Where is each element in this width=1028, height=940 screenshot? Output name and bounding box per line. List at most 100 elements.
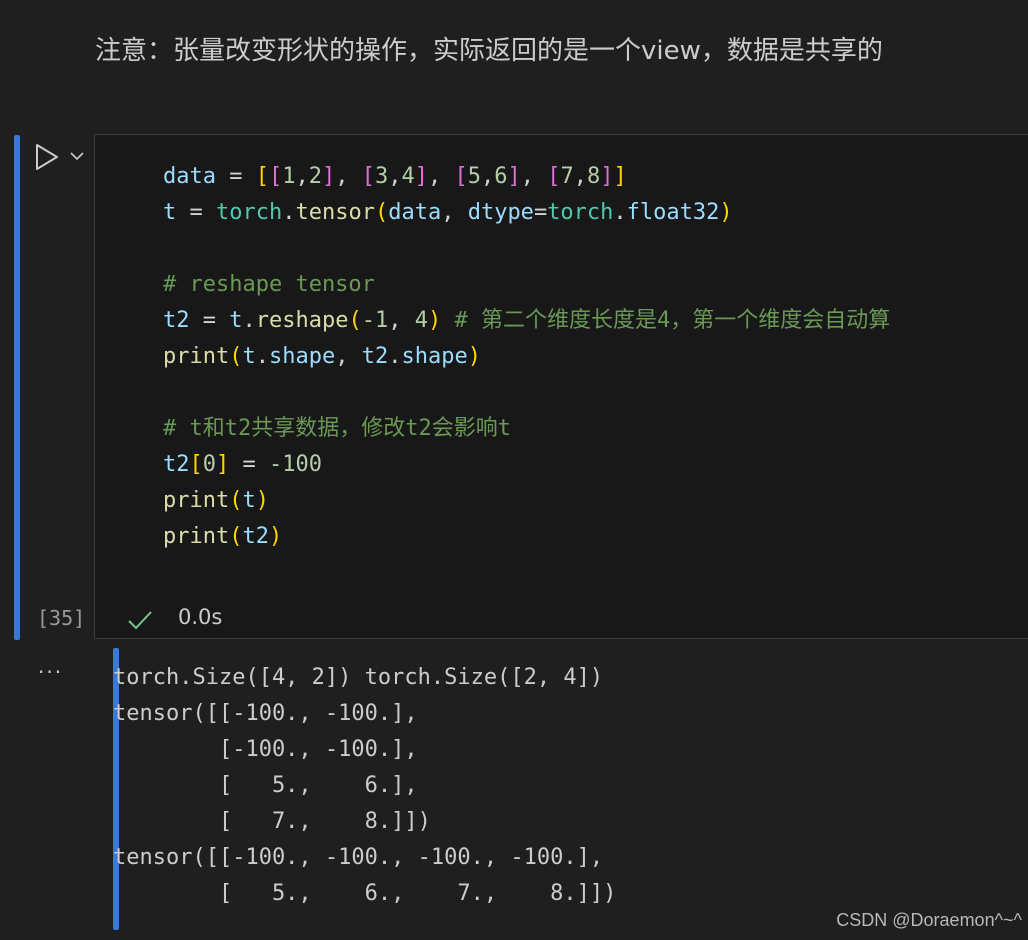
code-token: 5 bbox=[467, 164, 481, 189]
code-token: torch bbox=[216, 200, 283, 225]
code-token: [ bbox=[547, 164, 561, 189]
code-token: = bbox=[229, 452, 269, 477]
code-line: t = torch.tensor(data, dtype=torch.float… bbox=[163, 195, 890, 231]
code-token: 7 bbox=[560, 164, 574, 189]
cell-focus-bar bbox=[14, 135, 20, 640]
code-token: , bbox=[520, 164, 548, 189]
code-token: , bbox=[388, 164, 402, 189]
execution-time: 0.0s bbox=[178, 605, 223, 629]
code-token: [ bbox=[268, 164, 283, 189]
code-line: t2[0] = -100 bbox=[163, 447, 890, 483]
code-token: # t和t2共享数据，修改t2会影响t bbox=[163, 416, 511, 441]
watermark: CSDN @Doraemon^~^ bbox=[836, 910, 1022, 930]
code-line: print(t2) bbox=[163, 519, 890, 555]
code-token: # 第二个维度长度是4，第一个维度会自动算 bbox=[441, 308, 891, 333]
code-token: t bbox=[242, 488, 256, 513]
code-token: 3 bbox=[374, 164, 389, 189]
code-token: 6 bbox=[494, 164, 508, 189]
code-token: [ bbox=[189, 452, 203, 477]
code-token: ) bbox=[427, 308, 442, 333]
code-token: 4 bbox=[401, 164, 415, 189]
code-token: ) bbox=[719, 200, 733, 225]
run-options-button[interactable] bbox=[68, 148, 86, 162]
code-token: t2 bbox=[242, 524, 269, 549]
code-token: -100 bbox=[269, 452, 322, 477]
code-token: torch bbox=[547, 200, 614, 225]
code-token: = bbox=[215, 164, 256, 189]
code-token: = bbox=[533, 200, 548, 225]
code-token: . bbox=[255, 344, 269, 369]
code-token: 8 bbox=[586, 164, 601, 189]
code-token: ] bbox=[600, 164, 614, 189]
code-block[interactable]: data = [[1,2], [3,4], [5,6], [7,8]] t = t… bbox=[163, 159, 890, 555]
code-token: # reshape tensor bbox=[163, 272, 375, 297]
code-token: print bbox=[163, 344, 230, 369]
code-token: t bbox=[163, 200, 177, 225]
code-token: shape bbox=[401, 344, 468, 369]
code-token: , bbox=[295, 164, 309, 189]
code-token: reshape bbox=[255, 308, 349, 333]
code-token: data bbox=[388, 200, 442, 225]
code-token: , bbox=[388, 308, 415, 333]
code-token: 2 bbox=[308, 164, 322, 189]
code-token: print bbox=[163, 488, 230, 513]
output-more-actions-button[interactable]: ··· bbox=[38, 660, 63, 684]
code-token: = bbox=[189, 308, 230, 333]
code-token: ( bbox=[348, 308, 362, 333]
code-line: # reshape tensor bbox=[163, 267, 890, 303]
code-token: [ bbox=[454, 164, 468, 189]
code-token: -1 bbox=[361, 308, 389, 333]
code-token: = bbox=[176, 200, 216, 225]
code-token: , bbox=[335, 164, 362, 189]
code-token: t2 bbox=[361, 344, 389, 369]
code-token: print bbox=[163, 524, 230, 549]
code-token: ( bbox=[374, 200, 389, 225]
code-token: ( bbox=[229, 344, 243, 369]
code-token: ] bbox=[321, 164, 336, 189]
code-token: dtype bbox=[467, 200, 534, 225]
code-line: print(t) bbox=[163, 483, 890, 519]
code-token: ) bbox=[255, 488, 269, 513]
code-token: t bbox=[229, 308, 243, 333]
code-token: , bbox=[480, 164, 495, 189]
code-editor[interactable]: data = [[1,2], [3,4], [5,6], [7,8]] t = t… bbox=[94, 134, 1028, 639]
code-token: , bbox=[441, 200, 468, 225]
code-token: float32 bbox=[626, 200, 720, 225]
run-cell-button[interactable] bbox=[33, 143, 61, 171]
code-token: ] bbox=[414, 164, 428, 189]
code-token: t2 bbox=[163, 308, 190, 333]
code-line: # t和t2共享数据，修改t2会影响t bbox=[163, 411, 890, 447]
code-token: , bbox=[573, 164, 587, 189]
code-token: 0 bbox=[202, 452, 216, 477]
code-token: 1 bbox=[282, 164, 296, 189]
execution-count: [35] bbox=[37, 606, 86, 630]
code-token: [ bbox=[255, 164, 269, 189]
code-line: t2 = t.reshape(-1, 4) # 第二个维度长度是4，第一个维度会… bbox=[163, 303, 890, 339]
cell-output: torch.Size([4, 2]) torch.Size([2, 4]) te… bbox=[113, 665, 617, 906]
code-line: print(t.shape, t2.shape) bbox=[163, 339, 890, 375]
code-token: data bbox=[163, 164, 216, 189]
code-token: . bbox=[282, 200, 296, 225]
code-token: ( bbox=[229, 524, 243, 549]
markdown-text: 注意：张量改变形状的操作，实际返回的是一个view，数据是共享的 bbox=[95, 36, 883, 66]
code-token: ) bbox=[268, 524, 283, 549]
code-token: t bbox=[242, 344, 256, 369]
code-token: . bbox=[388, 344, 402, 369]
code-token: ] bbox=[613, 164, 627, 189]
code-line: data = [[1,2], [3,4], [5,6], [7,8]] bbox=[163, 159, 890, 195]
code-token: shape bbox=[268, 344, 336, 369]
code-token: . bbox=[242, 308, 256, 333]
check-icon bbox=[128, 611, 152, 630]
code-token: , bbox=[335, 344, 362, 369]
code-token: ( bbox=[229, 488, 243, 513]
code-token: t2 bbox=[163, 452, 190, 477]
code-token: 4 bbox=[414, 308, 428, 333]
code-token: [ bbox=[361, 164, 375, 189]
code-token: ] bbox=[216, 452, 230, 477]
code-token: . bbox=[613, 200, 627, 225]
chevron-down-icon bbox=[70, 152, 84, 161]
run-icon bbox=[36, 144, 58, 170]
code-token: ] bbox=[507, 164, 521, 189]
